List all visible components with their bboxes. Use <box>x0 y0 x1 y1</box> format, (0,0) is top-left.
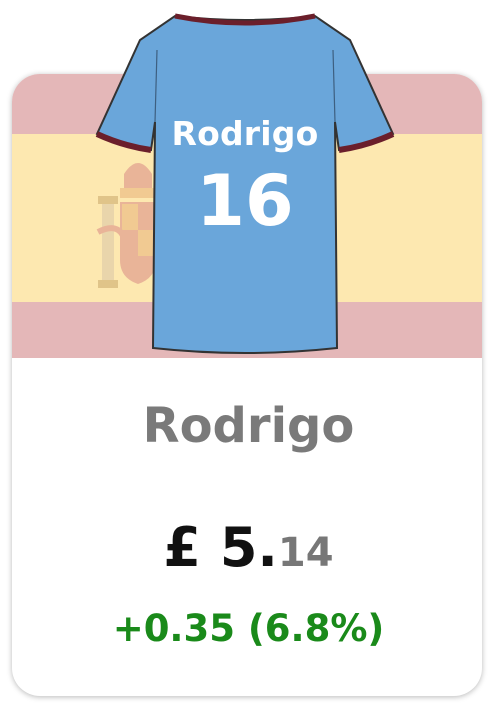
jersey-number: 16 <box>196 160 294 242</box>
player-jersey: Rodrigo 16 <box>95 10 395 356</box>
price-currency: £ <box>163 516 201 579</box>
player-name: Rodrigo <box>142 398 355 454</box>
price-whole: 5. <box>219 516 278 579</box>
price-decimal: 14 <box>277 530 334 576</box>
price-change: +0.35 (6.8%) <box>112 607 385 650</box>
jersey-name: Rodrigo <box>171 114 319 153</box>
player-price: £ 5.14 <box>0 516 497 579</box>
player-card-screen: Rodrigo 16 Rodrigo £ 5.14 +0.35 (6.8%) <box>0 0 497 712</box>
